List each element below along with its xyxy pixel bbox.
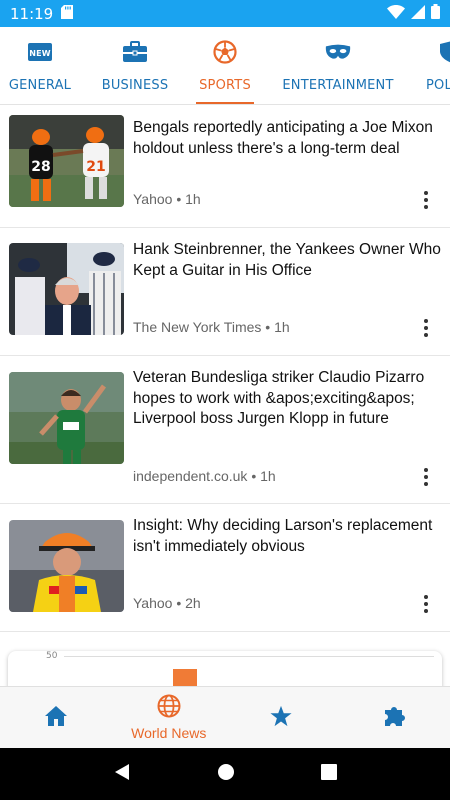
recents-square-icon[interactable]: [321, 764, 337, 784]
newspaper-new-icon: NEW: [27, 39, 53, 65]
meta-separator: •: [265, 319, 271, 335]
meta-separator: •: [251, 468, 257, 484]
article-card[interactable]: Veteran Bundesliga striker Claudio Pizar…: [0, 356, 450, 504]
chart-bar: [173, 669, 197, 686]
article-age: 2h: [185, 595, 201, 611]
article-meta: independent.co.uk • 1h: [133, 468, 276, 484]
cell-signal-icon: [411, 4, 425, 23]
article-thumbnail[interactable]: 28 21: [9, 115, 124, 207]
article-meta: The New York Times • 1h: [133, 319, 290, 335]
article-source: The New York Times: [133, 319, 262, 335]
nav-home[interactable]: [0, 687, 113, 748]
nav-extensions[interactable]: [338, 687, 450, 748]
globe-icon: [157, 694, 181, 722]
article-thumbnail[interactable]: [9, 520, 124, 612]
svg-text:21: 21: [86, 159, 105, 175]
home-circle-icon[interactable]: [217, 763, 235, 785]
article-source: Yahoo: [133, 191, 173, 207]
tab-business[interactable]: BUSINESS: [94, 27, 176, 104]
svg-text:28: 28: [31, 159, 50, 175]
chart-gridline: [64, 656, 434, 657]
article-headline[interactable]: Veteran Bundesliga striker Claudio Pizar…: [133, 368, 441, 430]
article-source: independent.co.uk: [133, 468, 248, 484]
article-headline[interactable]: Bengals reportedly anticipating a Joe Mi…: [133, 118, 441, 159]
status-bar: 11:19: [0, 0, 450, 27]
tab-label: BUSINESS: [101, 78, 169, 93]
back-icon[interactable]: [113, 763, 131, 785]
article-age: 1h: [260, 468, 276, 484]
svg-text:NEW: NEW: [29, 49, 51, 58]
more-options-icon[interactable]: [416, 318, 436, 338]
bottom-navigation: World News: [0, 686, 450, 748]
chart-preview-card[interactable]: 50: [8, 651, 442, 686]
category-tab-bar: NEW GENERAL BUSINESS SPORTS ENTERTAINMEN…: [0, 27, 450, 105]
soccer-ball-icon: [212, 39, 238, 65]
article-thumbnail[interactable]: [9, 372, 124, 464]
sd-card-icon: [61, 4, 74, 23]
article-meta: Yahoo • 1h: [133, 191, 201, 207]
puzzle-icon: [382, 704, 406, 732]
tab-label: ENTERTAINMENT: [282, 78, 394, 93]
wifi-icon: [387, 4, 405, 23]
article-card[interactable]: Insight: Why deciding Larson's replaceme…: [0, 504, 450, 632]
tab-label: POL: [426, 78, 450, 93]
tab-sports[interactable]: SPORTS: [196, 27, 254, 104]
article-source: Yahoo: [133, 595, 173, 611]
battery-icon: [431, 4, 440, 23]
meta-separator: •: [176, 595, 182, 611]
article-headline[interactable]: Insight: Why deciding Larson's replaceme…: [133, 516, 441, 557]
star-icon: [270, 705, 292, 731]
shield-icon: [426, 39, 450, 65]
status-time: 11:19: [10, 4, 54, 23]
article-thumbnail[interactable]: [9, 243, 124, 335]
article-card[interactable]: 28 21 Bengals reportedly anticipating a …: [0, 106, 450, 228]
tab-entertainment[interactable]: ENTERTAINMENT: [280, 27, 396, 104]
article-card[interactable]: Hank Steinbrenner, the Yankees Owner Who…: [0, 228, 450, 356]
news-feed[interactable]: 28 21 Bengals reportedly anticipating a …: [0, 106, 450, 686]
meta-separator: •: [176, 191, 182, 207]
nav-label: World News: [131, 725, 207, 741]
tab-politics[interactable]: POL: [420, 27, 450, 104]
article-age: 1h: [185, 191, 201, 207]
nav-favorites[interactable]: [225, 687, 338, 748]
article-age: 1h: [274, 319, 290, 335]
tab-label: GENERAL: [8, 78, 72, 93]
system-navigation-bar: [0, 748, 450, 800]
article-meta: Yahoo • 2h: [133, 595, 201, 611]
more-options-icon[interactable]: [416, 190, 436, 210]
chart-tick-label: 50: [46, 651, 58, 661]
more-options-icon[interactable]: [416, 594, 436, 614]
tab-label: SPORTS: [199, 78, 251, 93]
article-headline[interactable]: Hank Steinbrenner, the Yankees Owner Who…: [133, 240, 441, 281]
tab-general[interactable]: NEW GENERAL: [0, 27, 80, 104]
more-options-icon[interactable]: [416, 467, 436, 487]
nav-world-news[interactable]: World News: [113, 687, 226, 748]
home-icon: [45, 705, 68, 730]
mask-icon: [325, 39, 351, 65]
briefcase-icon: [122, 39, 148, 65]
